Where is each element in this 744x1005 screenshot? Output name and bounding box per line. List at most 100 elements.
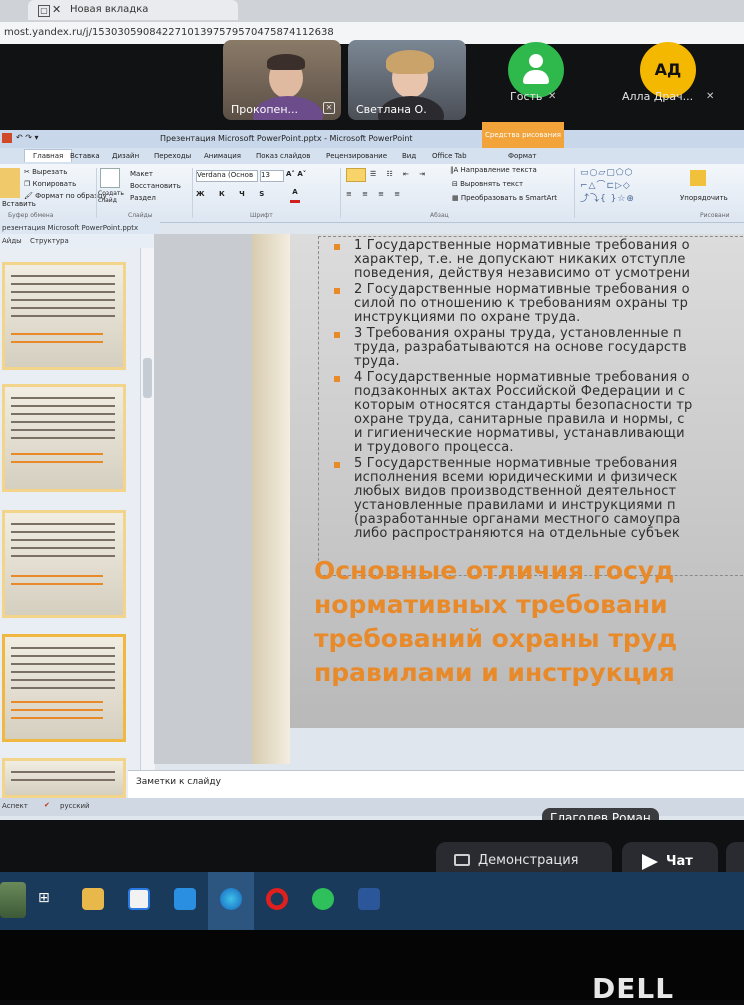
group-paragraph-label: Абзац bbox=[430, 212, 449, 219]
bullet-marker bbox=[334, 288, 340, 294]
bullet-text: любых видов производственной деятельност bbox=[354, 484, 677, 499]
whatsapp-icon[interactable] bbox=[312, 888, 334, 910]
bullet-text: 1 Государственные нормативные требования… bbox=[354, 238, 690, 253]
current-slide[interactable]: 1 Государственные нормативные требования… bbox=[290, 234, 744, 728]
group-drawing-label: Рисовани bbox=[700, 212, 730, 219]
slide-heading: нормативных требовани bbox=[314, 590, 668, 619]
browser-tab[interactable]: ▢ ✕ Новая вкладка bbox=[28, 0, 238, 20]
address-url: most.yandex.ru/j/15303059084227101397579… bbox=[4, 27, 334, 38]
copy-icon: ❐ bbox=[24, 180, 33, 188]
align-text-button[interactable]: ⊟ Выровнять текст bbox=[452, 180, 523, 188]
bullet-text: силой по отношению к требованиям охраны … bbox=[354, 296, 689, 311]
participant-name: Прокопен... bbox=[231, 103, 298, 116]
list-icons[interactable]: ☰ ☷ ⇤ ⇥ bbox=[370, 170, 429, 178]
slide-thumbnail[interactable] bbox=[2, 758, 126, 798]
chat-label: Чат bbox=[666, 854, 693, 869]
tab-view[interactable]: Вид bbox=[402, 152, 416, 160]
status-language[interactable]: русский bbox=[60, 802, 90, 810]
bullet-text: 2 Государственные нормативные требования… bbox=[354, 282, 690, 297]
tab-office-tab[interactable]: Office Tab bbox=[432, 152, 467, 160]
status-view: Аспект bbox=[2, 802, 28, 810]
smartart-button[interactable]: ▦ Преобразовать в SmartArt bbox=[452, 194, 557, 202]
text-direction-button[interactable]: ‖A Направление текста bbox=[450, 166, 537, 174]
align-icons[interactable]: ≡ ≡ ≡ ≡ bbox=[346, 190, 404, 198]
arrange-button[interactable]: Упорядочить bbox=[680, 194, 728, 202]
font-color-icon[interactable]: A bbox=[290, 188, 300, 203]
bullet-text: инструкциями по охране труда. bbox=[354, 310, 581, 325]
bullet-marker bbox=[334, 376, 340, 382]
tab-design[interactable]: Дизайн bbox=[112, 152, 139, 160]
thumbnail-scrollbar[interactable] bbox=[140, 248, 155, 803]
tab-insert[interactable]: Вставка bbox=[70, 152, 100, 160]
word-icon[interactable] bbox=[358, 888, 380, 910]
bullet-text: которым относятся стандарты безопасности… bbox=[354, 398, 693, 413]
document-tab[interactable]: резентация Microsoft PowerPoint.pptx bbox=[0, 222, 160, 234]
new-slide-icon bbox=[100, 168, 120, 188]
bullet-text: 3 Требования охраны труда, установленные… bbox=[354, 326, 682, 341]
group-font-label: Шрифт bbox=[250, 212, 273, 219]
slide-thumbnail-selected[interactable] bbox=[2, 634, 126, 742]
font-grow-icon[interactable]: A˄ A˅ bbox=[286, 170, 306, 178]
ppt-title-bar: ↶ ↷ ▾ Презентация Microsoft PowerPoint.p… bbox=[0, 130, 744, 148]
bullets-icon[interactable] bbox=[346, 168, 366, 182]
font-size-select[interactable]: 13 bbox=[260, 170, 284, 182]
ppt-app-icon bbox=[2, 133, 12, 143]
bullet-text: труда, разрабатываются на основе государ… bbox=[354, 340, 687, 355]
bullet-text: 4 Государственные нормативные требования… bbox=[354, 370, 690, 385]
participant-tile[interactable]: Светлана О. bbox=[348, 40, 466, 120]
start-thumbnail-icon[interactable] bbox=[0, 882, 26, 918]
tab-close-icon[interactable]: ✕ bbox=[52, 0, 61, 20]
participant-tile[interactable]: Прокопен... ✕ bbox=[223, 40, 341, 120]
mail-icon[interactable] bbox=[174, 888, 196, 910]
powerpoint-window: ↶ ↷ ▾ Презентация Microsoft PowerPoint.p… bbox=[0, 122, 744, 820]
store-icon[interactable] bbox=[128, 888, 150, 910]
format-painter-button[interactable]: 🖌 Формат по образцу bbox=[24, 192, 107, 200]
group-separator bbox=[96, 168, 97, 218]
browser-tab-strip: ▢ ✕ Новая вкладка bbox=[0, 0, 744, 22]
bullet-text: 5 Государственные нормативные требования bbox=[354, 456, 678, 471]
arrange-icon bbox=[690, 170, 706, 186]
bullet-text: установленные правилами и инструкциями п bbox=[354, 498, 676, 513]
slide-thumbnails-pane bbox=[0, 248, 140, 808]
tab-transitions[interactable]: Переходы bbox=[154, 152, 191, 160]
pane-tabs: Айды Структура bbox=[0, 234, 160, 248]
tab-review[interactable]: Рецензирование bbox=[326, 152, 387, 160]
section-button[interactable]: Раздел bbox=[130, 194, 156, 202]
tab-format[interactable]: Формат bbox=[508, 152, 536, 160]
scroll-thumb[interactable] bbox=[143, 358, 152, 398]
cut-button[interactable]: ✂ Вырезать bbox=[24, 168, 67, 176]
layout-button[interactable]: Макет bbox=[130, 170, 153, 178]
bullet-marker bbox=[334, 332, 340, 338]
reset-button[interactable]: Восстановить bbox=[130, 182, 181, 190]
slide-heading: требований охраны труд bbox=[314, 624, 678, 653]
tab-slideshow[interactable]: Показ слайдов bbox=[256, 152, 310, 160]
slide-thumbnail[interactable] bbox=[2, 262, 126, 370]
spellcheck-icon[interactable]: ✔ bbox=[44, 801, 50, 809]
quick-access-icons[interactable]: ↶ ↷ ▾ bbox=[16, 133, 39, 142]
group-slides-label: Слайды bbox=[128, 212, 153, 219]
contextual-tab-header: Средства рисования bbox=[482, 122, 564, 148]
new-slide-button[interactable]: Создать слайд bbox=[98, 190, 126, 204]
edge-browser-icon[interactable] bbox=[220, 888, 242, 910]
font-style-icons[interactable]: Ж К Ч S bbox=[196, 190, 270, 198]
copy-button[interactable]: ❐ Копировать bbox=[24, 180, 76, 188]
text-direction-icon: ‖A bbox=[450, 166, 461, 174]
bullet-text: (разработанные органами местного самоупр… bbox=[354, 512, 681, 527]
tab-home[interactable]: Главная bbox=[24, 149, 73, 162]
task-view-icon[interactable]: ⊞ bbox=[38, 890, 52, 906]
send-icon bbox=[642, 854, 658, 870]
paste-button[interactable]: Вставить bbox=[2, 200, 36, 208]
shapes-gallery-icon[interactable]: ▭○▱▢⬠⬡ ⌐△⌒⊏▷◇ ⤴⤵{ }☆⊕ bbox=[580, 168, 635, 204]
file-explorer-icon[interactable] bbox=[82, 888, 104, 910]
font-name-select[interactable]: Verdana (Основ bbox=[196, 170, 258, 182]
bullet-text: исполнения всеми юридическими и физическ bbox=[354, 470, 678, 485]
bullet-text: и гигиенические нормативы, устанавливающ… bbox=[354, 426, 685, 441]
tab-slides[interactable]: Айды bbox=[2, 237, 22, 245]
slide-thumbnail[interactable] bbox=[2, 384, 126, 492]
ribbon: Вставить ✂ Вырезать ❐ Копировать 🖌 Форма… bbox=[0, 164, 744, 223]
opera-icon[interactable] bbox=[266, 888, 288, 910]
slide-thumbnail[interactable] bbox=[2, 510, 126, 618]
tab-animation[interactable]: Анимация bbox=[204, 152, 241, 160]
align-text-icon: ⊟ bbox=[452, 180, 461, 188]
tab-outline[interactable]: Структура bbox=[30, 237, 69, 245]
